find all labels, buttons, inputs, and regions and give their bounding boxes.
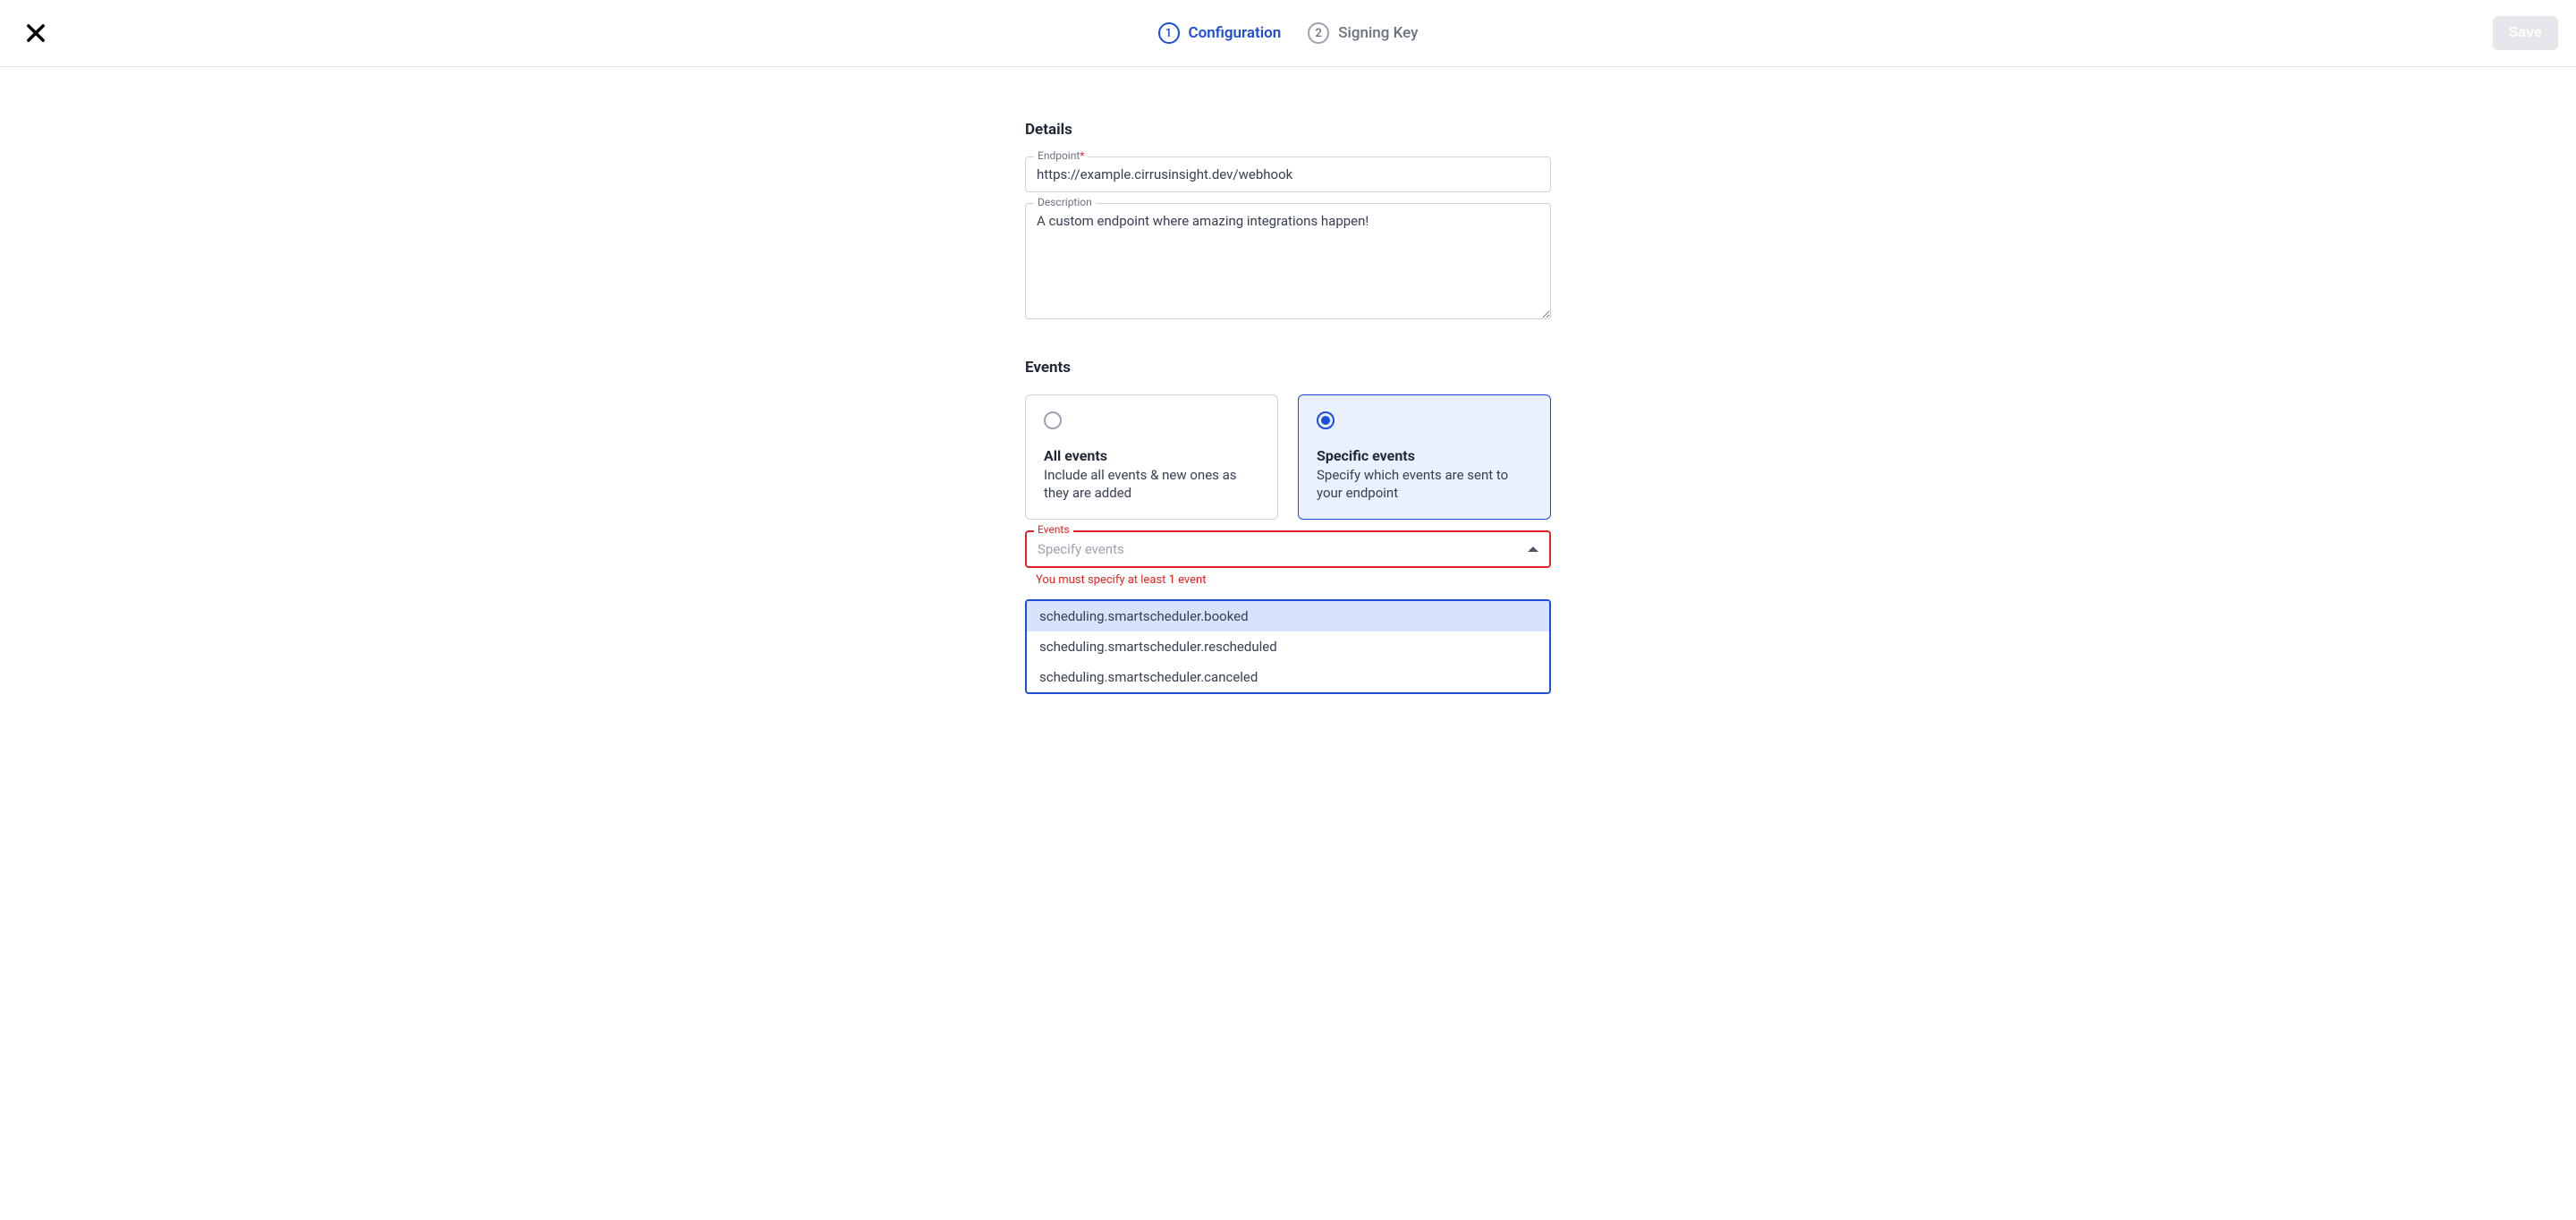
description-label: Description — [1034, 196, 1096, 208]
required-asterisk: * — [1080, 149, 1084, 162]
events-select-label: Events — [1034, 523, 1073, 536]
endpoint-field-wrapper: Endpoint* — [1025, 157, 1551, 192]
radio-all-title: All events — [1044, 447, 1259, 464]
details-section-title: Details — [1025, 121, 1551, 139]
description-field-wrapper: Description — [1025, 203, 1551, 323]
radio-specific-desc: Specify which events are sent to your en… — [1317, 466, 1532, 503]
step-label-2: Signing Key — [1338, 24, 1418, 42]
header-bar: 1 Configuration 2 Signing Key Save — [0, 0, 2576, 67]
step-label-1: Configuration — [1189, 24, 1282, 42]
endpoint-input[interactable] — [1025, 157, 1551, 192]
events-section: Events All events Include all events & n… — [1025, 359, 1551, 694]
radio-specific-title: Specific events — [1317, 447, 1532, 464]
events-section-title: Events — [1025, 359, 1551, 377]
endpoint-label: Endpoint* — [1034, 149, 1088, 162]
chevron-up-icon — [1528, 546, 1538, 552]
step-configuration[interactable]: 1 Configuration — [1158, 22, 1282, 44]
events-dropdown: scheduling.smartscheduler.booked schedul… — [1025, 599, 1551, 694]
close-icon — [23, 21, 48, 46]
events-select[interactable]: Specify events — [1025, 530, 1551, 568]
radio-specific-events[interactable]: Specific events Specify which events are… — [1298, 394, 1551, 520]
step-signing-key[interactable]: 2 Signing Key — [1308, 22, 1418, 44]
events-error-text: You must specify at least 1 event — [1025, 573, 1551, 587]
main-content: Details Endpoint* Description Events All… — [1025, 121, 1551, 694]
dropdown-option-canceled[interactable]: scheduling.smartscheduler.canceled — [1027, 662, 1549, 692]
description-textarea[interactable] — [1025, 203, 1551, 319]
radio-circle-all — [1044, 411, 1062, 429]
endpoint-label-text: Endpoint — [1038, 149, 1080, 162]
event-type-radios: All events Include all events & new ones… — [1025, 394, 1551, 520]
radio-all-desc: Include all events & new ones as they ar… — [1044, 466, 1259, 503]
step-number-1: 1 — [1158, 22, 1180, 44]
step-number-2: 2 — [1308, 22, 1329, 44]
close-button[interactable] — [18, 15, 54, 51]
save-button[interactable]: Save — [2493, 16, 2558, 50]
dropdown-option-rescheduled[interactable]: scheduling.smartscheduler.rescheduled — [1027, 631, 1549, 662]
events-select-placeholder: Specify events — [1038, 541, 1124, 557]
wizard-steps: 1 Configuration 2 Signing Key — [1158, 22, 1419, 44]
dropdown-option-booked[interactable]: scheduling.smartscheduler.booked — [1027, 601, 1549, 631]
radio-all-events[interactable]: All events Include all events & new ones… — [1025, 394, 1278, 520]
radio-circle-specific — [1317, 411, 1335, 429]
events-select-wrapper: Events Specify events You must specify a… — [1025, 530, 1551, 587]
